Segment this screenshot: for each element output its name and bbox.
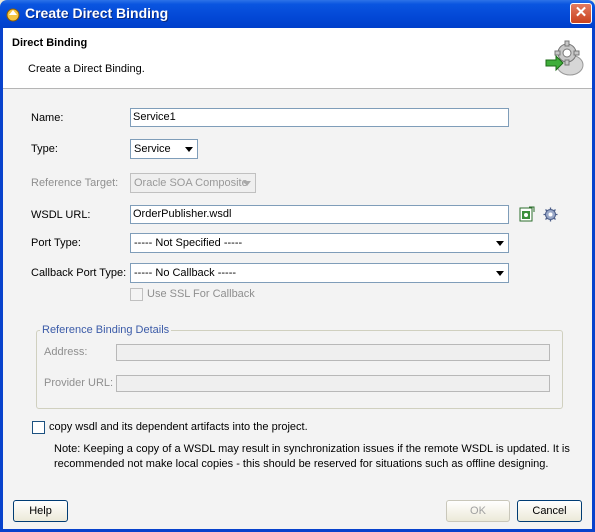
use-ssl-checkbox	[130, 288, 143, 301]
dialog-header: Direct Binding Create a Direct Binding.	[3, 28, 592, 89]
browse-wsdl-icon[interactable]	[519, 206, 535, 222]
copy-wsdl-checkbox[interactable]	[32, 421, 45, 434]
provider-url-label: Provider URL:	[44, 377, 114, 389]
address-label: Address:	[44, 346, 88, 358]
port-type-value: ----- Not Specified -----	[134, 237, 243, 249]
type-label: Type:	[31, 143, 58, 155]
provider-url-input	[116, 375, 550, 392]
cancel-button[interactable]: Cancel	[517, 500, 582, 522]
reference-target-value: Oracle SOA Composite	[134, 177, 248, 189]
header-title: Direct Binding	[12, 37, 88, 49]
title-bar: Create Direct Binding ✕	[0, 0, 595, 28]
use-ssl-label: Use SSL For Callback	[147, 288, 255, 300]
chevron-down-icon	[243, 181, 251, 186]
port-type-label: Port Type:	[31, 237, 81, 249]
dialog-body: Direct Binding Create a Direct Binding. …	[0, 28, 595, 532]
wsdl-url-input[interactable]: OrderPublisher.wsdl	[130, 205, 509, 224]
find-service-gear-icon[interactable]	[543, 207, 558, 222]
callback-port-type-select[interactable]: ----- No Callback -----	[130, 263, 509, 283]
port-type-select[interactable]: ----- Not Specified -----	[130, 233, 509, 253]
reference-target-select: Oracle SOA Composite	[130, 173, 256, 193]
name-input[interactable]: Service1	[130, 108, 509, 127]
reference-binding-group	[36, 330, 563, 409]
close-icon[interactable]: ✕	[570, 3, 592, 24]
chevron-down-icon	[185, 147, 193, 152]
binding-gear-icon	[545, 40, 584, 76]
copy-wsdl-label[interactable]: copy wsdl and its dependent artifacts in…	[49, 421, 308, 433]
type-select-value: Service	[134, 143, 171, 155]
address-input	[116, 344, 550, 361]
chevron-down-icon	[496, 271, 504, 276]
help-button[interactable]: Help	[13, 500, 68, 522]
name-label: Name:	[31, 112, 64, 124]
chevron-down-icon	[496, 241, 504, 246]
type-select[interactable]: Service	[130, 139, 198, 159]
callback-port-type-label: Callback Port Type:	[31, 267, 127, 279]
reference-binding-title: Reference Binding Details	[40, 324, 172, 336]
oracle-app-icon	[6, 8, 20, 22]
ok-button: OK	[446, 500, 510, 522]
note-text: Note: Keeping a copy of a WSDL may resul…	[54, 443, 570, 470]
header-description: Create a Direct Binding.	[28, 63, 145, 75]
reference-target-label: Reference Target:	[31, 177, 119, 189]
callback-port-type-value: ----- No Callback -----	[134, 267, 237, 279]
wsdl-url-label: WSDL URL:	[31, 209, 91, 221]
window-title: Create Direct Binding	[25, 5, 169, 21]
